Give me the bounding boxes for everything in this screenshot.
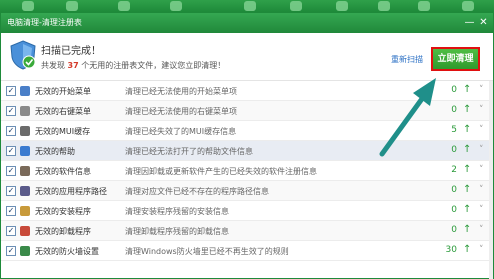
expand-chevron-icon[interactable]: ˅ [479, 145, 484, 155]
registry-item-row[interactable]: ✓ 无效的卸载程序 清理卸载程序残留的卸载信息 0 ↑ ˅ [1, 221, 493, 241]
shield-check-icon [10, 40, 36, 70]
issue-count: 37 [67, 61, 79, 70]
row-name: 无效的右键菜单 [35, 107, 91, 116]
context-menu-icon [20, 106, 30, 116]
row-description: 清理已经无法使用的右键菜单项 [125, 107, 237, 116]
app-toolbar-strip [0, 0, 494, 12]
toolbar-icon[interactable] [418, 1, 430, 11]
row-count: 0 [451, 85, 457, 95]
row-name: 无效的MUI缓存 [35, 127, 91, 136]
row-count: 0 [451, 205, 457, 215]
installer-icon [20, 206, 30, 216]
toolbar-icon[interactable] [378, 1, 390, 11]
scrollbar[interactable] [489, 81, 493, 279]
toolbar-icon[interactable] [290, 1, 302, 11]
registry-item-row[interactable]: ✓ 无效的防火墙设置 清理Windows防火墙里已经不再生效了的规则 30 ↑ ˅ [1, 241, 493, 261]
toolbar-icon[interactable] [336, 1, 348, 11]
uninstaller-icon [20, 226, 30, 236]
row-name: 无效的安装程序 [35, 207, 91, 216]
row-count: 30 [445, 245, 457, 255]
expand-chevron-icon[interactable]: ˅ [479, 165, 484, 175]
speaker-icon [20, 126, 30, 136]
registry-item-row[interactable]: ✓ 无效的应用程序路径 清理对应文件已经不存在的程序路径信息 0 ↑ ˅ [1, 181, 493, 201]
minimize-button[interactable]: — [463, 16, 476, 29]
up-arrow-icon: ↑ [463, 204, 472, 215]
row-name: 无效的应用程序路径 [35, 187, 107, 196]
row-name: 无效的帮助 [35, 147, 75, 156]
expand-chevron-icon[interactable]: ˅ [479, 105, 484, 115]
up-arrow-icon: ↑ [463, 184, 472, 195]
row-checkbox[interactable]: ✓ [6, 226, 16, 236]
row-description: 清理卸载程序残留的卸载信息 [125, 227, 229, 236]
row-name: 无效的软件信息 [35, 167, 91, 176]
help-icon [20, 146, 30, 156]
row-checkbox[interactable]: ✓ [6, 186, 16, 196]
row-checkbox[interactable]: ✓ [6, 246, 16, 256]
up-arrow-icon: ↑ [463, 244, 472, 255]
expand-chevron-icon[interactable]: ˅ [479, 245, 484, 255]
row-name: 无效的卸载程序 [35, 227, 91, 236]
app-path-icon [20, 186, 30, 196]
registry-item-row[interactable]: ✓ 无效的帮助 清理已经无法打开了的帮助文件信息 0 ↑ ˅ [1, 141, 493, 161]
row-description: 清理因卸载或更新软件产生的已经失效的软件注册信息 [125, 167, 317, 176]
row-checkbox[interactable]: ✓ [6, 126, 16, 136]
expand-chevron-icon[interactable]: ˅ [479, 185, 484, 195]
row-count: 0 [451, 225, 457, 235]
expand-chevron-icon[interactable]: ˅ [479, 85, 484, 95]
up-arrow-icon: ↑ [463, 164, 472, 175]
toolbar-icon[interactable] [118, 1, 130, 11]
row-description: 清理Windows防火墙里已经不再生效了的规则 [125, 247, 289, 256]
expand-chevron-icon[interactable]: ˅ [479, 225, 484, 235]
scan-result-prefix: 共发现 [41, 61, 65, 70]
registry-item-row[interactable]: ✓ 无效的右键菜单 清理已经无法使用的右键菜单项 0 ↑ ˅ [1, 101, 493, 121]
expand-chevron-icon[interactable]: ˅ [479, 205, 484, 215]
toolbar-icon[interactable] [22, 1, 34, 11]
registry-item-row[interactable]: ✓ 无效的安装程序 清理安装程序残留的安装信息 0 ↑ ˅ [1, 201, 493, 221]
row-description: 清理对应文件已经不存在的程序路径信息 [125, 187, 269, 196]
scan-complete-title: 扫描已完成！ [41, 46, 101, 57]
registry-item-list: ✓ 无效的开始菜单 清理已经无法使用的开始菜单项 0 ↑ ˅ ✓ 无效的右键菜单 清理已经无法使… [1, 81, 493, 279]
row-count: 0 [451, 185, 457, 195]
up-arrow-icon: ↑ [463, 144, 472, 155]
window-title: 电脑清理-清理注册表 [7, 18, 82, 27]
row-description: 清理已经无法使用的开始菜单项 [125, 87, 237, 96]
toolbar-icon[interactable] [170, 1, 182, 11]
registry-item-row[interactable]: ✓ 无效的MUI缓存 清理已经失效了的MUI缓存信息 5 ↑ ˅ [1, 121, 493, 141]
firewall-icon [20, 246, 30, 256]
start-menu-icon [20, 86, 30, 96]
row-checkbox[interactable]: ✓ [6, 166, 16, 176]
registry-item-row[interactable]: ✓ 无效的开始菜单 清理已经无法使用的开始菜单项 0 ↑ ˅ [1, 81, 493, 101]
row-count: 0 [451, 105, 457, 115]
row-description: 清理已经失效了的MUI缓存信息 [125, 127, 237, 136]
toolbar-icon[interactable] [244, 1, 256, 11]
up-arrow-icon: ↑ [463, 104, 472, 115]
up-arrow-icon: ↑ [463, 84, 472, 95]
row-count: 0 [451, 145, 457, 155]
software-icon [20, 166, 30, 176]
scan-summary: 扫描已完成！ 共发现 37 个无用的注册表文件，建议您立即清理！ 重新扫描 立即… [1, 33, 493, 81]
row-description: 清理安装程序残留的安装信息 [125, 207, 229, 216]
up-arrow-icon: ↑ [463, 124, 472, 135]
clean-now-button[interactable]: 立即清理 [431, 47, 480, 71]
row-checkbox[interactable]: ✓ [6, 206, 16, 216]
row-count: 5 [451, 125, 457, 135]
row-checkbox[interactable]: ✓ [6, 146, 16, 156]
row-checkbox[interactable]: ✓ [6, 106, 16, 116]
rescan-link[interactable]: 重新扫描 [391, 54, 423, 65]
registry-item-row[interactable]: ✓ 无效的软件信息 清理因卸载或更新软件产生的已经失效的软件注册信息 2 ↑ ˅ [1, 161, 493, 181]
row-checkbox[interactable]: ✓ [6, 86, 16, 96]
close-button[interactable]: ✕ [477, 16, 490, 29]
row-name: 无效的开始菜单 [35, 87, 91, 96]
scan-result-text: 共发现 37 个无用的注册表文件，建议您立即清理！ [41, 60, 225, 71]
row-name: 无效的防火墙设置 [35, 247, 99, 256]
title-bar[interactable]: 电脑清理-清理注册表 — ✕ [1, 13, 493, 33]
row-description: 清理已经无法打开了的帮助文件信息 [125, 147, 253, 156]
registry-clean-dialog: 电脑清理-清理注册表 — ✕ 扫描已完成！ 共发现 37 个无用的注册表文件，建… [0, 12, 494, 279]
toolbar-icon[interactable] [462, 1, 474, 11]
scan-result-suffix: 个无用的注册表文件，建议您立即清理！ [81, 61, 226, 70]
toolbar-icon[interactable] [66, 1, 78, 11]
row-count: 2 [451, 165, 457, 175]
up-arrow-icon: ↑ [463, 224, 472, 235]
expand-chevron-icon[interactable]: ˅ [479, 125, 484, 135]
